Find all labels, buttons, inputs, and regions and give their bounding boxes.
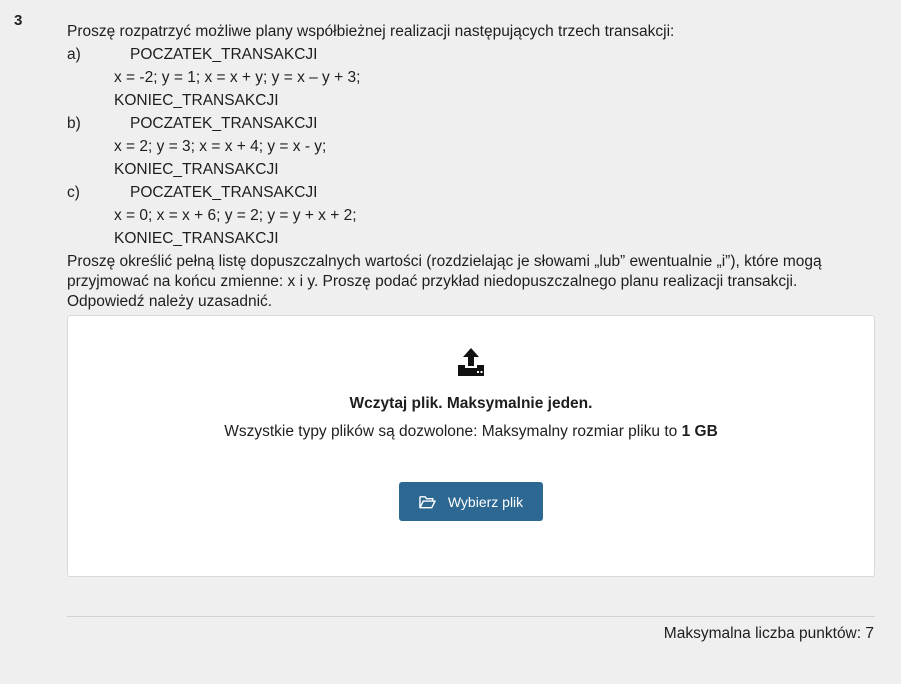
- choose-file-label: Wybierz plik: [447, 493, 524, 510]
- divider: [67, 616, 875, 617]
- transaction-ops: x = 2; y = 3; x = x + 4; y = x - y;: [114, 138, 327, 155]
- transaction-end: KONIEC_TRANSAKCJI: [114, 230, 279, 247]
- folder-open-icon: [419, 495, 436, 508]
- question-number: 3: [14, 12, 23, 29]
- transaction-begin: POCZATEK_TRANSAKCJI: [130, 115, 318, 132]
- transaction-b: b) POCZATEK_TRANSAKCJI x = 2; y = 3; x =…: [67, 112, 867, 181]
- choose-file-button[interactable]: Wybierz plik: [399, 482, 543, 521]
- question-text: Proszę rozpatrzyć możliwe plany współbie…: [67, 20, 867, 312]
- transaction-end: KONIEC_TRANSAKCJI: [114, 161, 279, 178]
- transaction-label: c): [67, 184, 80, 201]
- max-points: Maksymalna liczba punktów: 7: [663, 625, 874, 642]
- file-upload-dropzone[interactable]: Wczytaj plik. Maksymalnie jeden. Wszystk…: [67, 315, 875, 577]
- transaction-label: b): [67, 115, 81, 132]
- transaction-end: KONIEC_TRANSAKCJI: [114, 92, 279, 109]
- transaction-ops: x = 0; x = x + 6; y = 2; y = y + x + 2;: [114, 207, 357, 224]
- upload-info: Wszystkie typy plików są dozwolone: Maks…: [68, 423, 874, 441]
- question-intro: Proszę rozpatrzyć możliwe plany współbie…: [67, 23, 675, 40]
- transaction-ops: x = -2; y = 1; x = x + y; y = x – y + 3;: [114, 69, 361, 86]
- transaction-begin: POCZATEK_TRANSAKCJI: [130, 46, 318, 63]
- transaction-label: a): [67, 46, 81, 63]
- upload-title: Wczytaj plik. Maksymalnie jeden.: [349, 395, 593, 412]
- transaction-c: c) POCZATEK_TRANSAKCJI x = 0; x = x + 6;…: [67, 181, 867, 250]
- transaction-a: a) POCZATEK_TRANSAKCJI x = -2; y = 1; x …: [67, 43, 867, 112]
- upload-max-size: 1 GB: [681, 423, 718, 440]
- upload-icon: [458, 348, 484, 376]
- upload-info-text: Wszystkie typy plików są dozwolone: Maks…: [224, 423, 682, 440]
- question-instructions: Proszę określić pełną listę dopuszczalny…: [67, 253, 822, 310]
- transaction-begin: POCZATEK_TRANSAKCJI: [130, 184, 318, 201]
